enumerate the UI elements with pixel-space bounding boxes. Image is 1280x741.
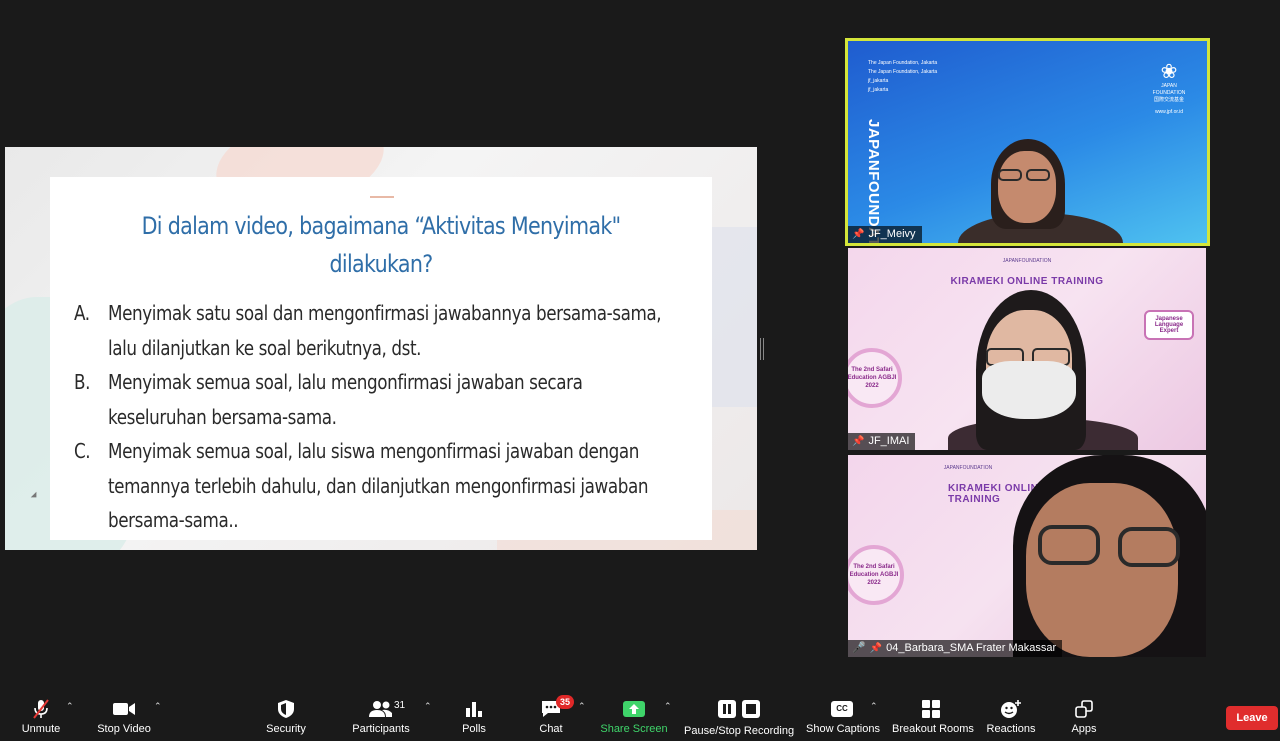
reactions-label: Reactions [986, 723, 1036, 735]
unmute-button[interactable]: Unmute [18, 698, 64, 736]
chevron-up-icon[interactable]: ⌃ [870, 701, 878, 712]
participant-face [998, 151, 1056, 223]
social-text: jf_jakarta [868, 78, 889, 84]
banner-badge: The 2nd Safari Education AGBJI 2022 [848, 545, 904, 605]
unmute-label: Unmute [21, 723, 61, 735]
social-text: The Japan Foundation, Jakarta [868, 69, 938, 75]
zoom-meeting-window: Di dalam video, bagaimana “Aktivitas Men… [0, 0, 1280, 741]
participant-name-label: 📌 JF_Meivy [848, 226, 922, 243]
breakout-rooms-button[interactable]: Breakout Rooms [892, 698, 974, 736]
bar-chart-icon [458, 698, 490, 720]
background-social-list: The Japan Foundation, Jakarta The Japan … [868, 59, 937, 95]
security-label: Security [266, 723, 306, 735]
polls-button[interactable]: Polls [458, 698, 490, 736]
share-screen-icon [600, 698, 668, 720]
answer-options: A. Menyimak satu soal dan mengonfirmasi … [74, 296, 714, 538]
meeting-toolbar: Unmute ⌃ Stop Video ⌃ Security Participa… [0, 690, 1280, 741]
video-tile[interactable]: JAPANFOUNDATION KIRAMEKI ONLINE TRAINING… [848, 455, 1206, 657]
participants-count: 31 [394, 700, 406, 711]
muted-mic-icon: 🎤 [852, 642, 866, 654]
apps-icon [1068, 698, 1100, 720]
pin-icon: 📌 [869, 643, 883, 654]
option-line: temannya terlebih dahulu, dan dilanjutka… [108, 473, 649, 498]
social-text: jf_jakarta [868, 87, 889, 93]
chevron-up-icon[interactable]: ⌃ [578, 701, 586, 712]
banner-badge: The 2nd Safari Education AGBJI 2022 [848, 348, 902, 408]
slide-card: Di dalam video, bagaimana “Aktivitas Men… [50, 177, 712, 540]
logo-text: JAPAN FOUNDATION [1152, 83, 1186, 96]
recording-label: Pause/Stop Recording [684, 725, 795, 737]
chat-label: Chat [539, 723, 563, 735]
stop-video-label: Stop Video [97, 723, 151, 735]
glasses-icon [1026, 169, 1050, 181]
apps-label: Apps [1071, 723, 1097, 735]
slide-question: Di dalam video, bagaimana “Aktivitas Men… [141, 212, 621, 278]
japan-foundation-logo: ❀ JAPAN FOUNDATION 国際交流基金 www.jpf.or.id [1147, 61, 1191, 116]
apps-button[interactable]: Apps [1068, 698, 1100, 736]
option-line: lalu dilanjutkan ke soal berikutnya, dst… [108, 335, 422, 360]
share-screen-button[interactable]: Share Screen [600, 698, 668, 736]
pause-stop-icon [684, 698, 794, 720]
answer-option-a: A. Menyimak satu soal dan mengonfirmasi … [74, 296, 714, 365]
banner-title: KIRAMEKI ONLINE TRAINING [950, 276, 1104, 287]
answer-option-c: C. Menyimak semua soal, lalu siswa mengo… [74, 434, 714, 538]
option-line: Menyimak semua soal, lalu siswa mengonfi… [108, 439, 639, 463]
security-button[interactable]: Security [262, 698, 310, 736]
video-camera-icon [94, 698, 154, 720]
participant-name: JF_Meivy [868, 228, 916, 240]
stop-video-button[interactable]: Stop Video [94, 698, 154, 736]
chevron-up-icon[interactable]: ⌃ [664, 701, 672, 712]
participants-label: Participants [352, 723, 410, 735]
video-tile-active-speaker[interactable]: The Japan Foundation, Jakarta The Japan … [845, 38, 1210, 246]
option-marker: A. [74, 301, 90, 325]
participant-name-label: 📌 JF_IMAI [848, 433, 916, 450]
muted-mic-icon [18, 698, 64, 720]
option-line: Menyimak semua soal, lalu mengonfirmasi … [108, 370, 583, 394]
show-captions-button[interactable]: CC Show Captions [806, 698, 880, 736]
social-text: The Japan Foundation, Jakarta [868, 60, 938, 66]
closed-captions-icon: CC [806, 698, 878, 720]
shield-icon [262, 698, 310, 720]
glasses-icon [998, 169, 1022, 181]
polls-label: Polls [462, 723, 486, 735]
answer-option-b: B. Menyimak semua soal, lalu mengonfirma… [74, 365, 714, 434]
grid-icon [892, 698, 970, 720]
breakout-rooms-label: Breakout Rooms [892, 723, 974, 735]
glasses-icon [1038, 525, 1100, 565]
banner-tag: Japanese Language Expert [1144, 310, 1194, 340]
face-mask [982, 361, 1076, 419]
banner-top-text: JAPANFOUNDATION [1002, 258, 1052, 264]
glasses-icon [1118, 527, 1180, 567]
pin-icon: 📌 [852, 436, 865, 447]
pin-icon: 📌 [852, 229, 865, 240]
leave-button[interactable]: Leave [1226, 706, 1278, 730]
participant-name: 04_Barbara_SMA Frater Makassar [886, 642, 1057, 654]
shared-screen: Di dalam video, bagaimana “Aktivitas Men… [5, 147, 757, 550]
chat-unread-badge: 35 [556, 695, 574, 709]
splitter-handle[interactable] [760, 338, 764, 360]
reactions-button[interactable]: Reactions [986, 698, 1036, 736]
option-line: Menyimak satu soal dan mengonfirmasi jaw… [108, 301, 662, 325]
video-tile[interactable]: JAPANFOUNDATION KIRAMEKI ONLINE TRAINING… [848, 248, 1206, 450]
option-marker: C. [74, 439, 91, 463]
participant-name-label: 🎤 📌 04_Barbara_SMA Frater Makassar [848, 640, 1063, 657]
chevron-up-icon[interactable]: ⌃ [66, 701, 74, 712]
pause-stop-recording-button[interactable]: Pause/Stop Recording [684, 698, 794, 738]
show-captions-label: Show Captions [806, 723, 880, 735]
option-marker: B. [74, 370, 91, 394]
chevron-up-icon[interactable]: ⌃ [424, 701, 432, 712]
participant-face [1026, 483, 1178, 657]
cc-text: CC [831, 701, 853, 717]
smiley-plus-icon [986, 698, 1036, 720]
chevron-up-icon[interactable]: ⌃ [154, 701, 162, 712]
slide-accent-line [370, 196, 394, 198]
option-line: keseluruhan bersama-sama. [108, 404, 337, 429]
jf-logo-icon: ❀ [1160, 61, 1178, 83]
option-line: bersama-sama.. [108, 508, 239, 532]
share-screen-label: Share Screen [600, 723, 668, 735]
logo-subtext: 国際交流基金 [1153, 97, 1184, 103]
participant-name: JF_IMAI [868, 435, 910, 447]
logo-url: www.jpf.or.id [1154, 109, 1184, 115]
